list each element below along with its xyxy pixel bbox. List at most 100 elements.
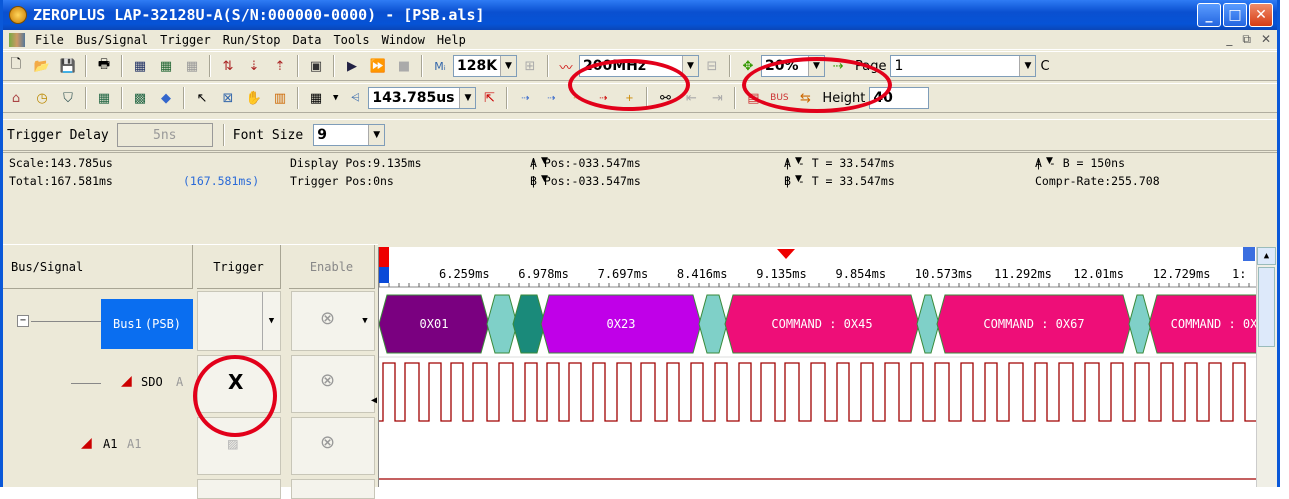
bus1-label[interactable]: Bus1 (PSB)	[101, 299, 193, 349]
mdi-minimize-button[interactable]: _	[1226, 32, 1232, 47]
title-bar[interactable]: ZEROPLUS LAP-32128U-A(S/N:000000-0000) -…	[3, 0, 1277, 30]
trigger-icon[interactable]: ⇅	[217, 55, 239, 77]
b-pos-readout[interactable]: B Pos:-033.547ms | ▼	[530, 174, 641, 188]
sdo-waveform	[379, 362, 1256, 422]
collapse-toggle[interactable]: −	[17, 315, 29, 327]
memory-select[interactable]: 128K ▼	[453, 55, 517, 77]
menu-bar: File Bus/Signal Trigger Run/Stop Data To…	[3, 30, 1277, 50]
menu-help[interactable]: Help	[431, 33, 472, 47]
stop-icon: ■	[397, 58, 411, 74]
maximize-button[interactable]: □	[1223, 3, 1247, 27]
close-button[interactable]: ✕	[1249, 3, 1273, 27]
annotation-circle-trigger	[193, 355, 277, 437]
font-size-select[interactable]: 9 ▼	[313, 124, 386, 146]
menu-file[interactable]: File	[29, 33, 70, 47]
select-cursor-icon[interactable]: ⊠	[217, 87, 239, 109]
bus-segment	[512, 294, 546, 354]
signal-row-sdo[interactable]: ◢ SDO A	[3, 355, 193, 415]
compr-rate-readout: Compr-Rate:255.708	[1035, 174, 1160, 188]
a1-enable-cell[interactable]: ⊗	[291, 417, 375, 475]
enable-header[interactable]: Enable	[289, 245, 375, 289]
timeline-label: 8.416ms	[677, 267, 728, 281]
timeline-label: 10.573ms	[915, 267, 973, 281]
menu-data[interactable]: Data	[287, 33, 328, 47]
a1-suffix: A1	[127, 437, 142, 451]
vertical-scrollbar[interactable]: ▲	[1256, 247, 1277, 487]
total-paren-readout: (167.581ms)	[183, 174, 260, 188]
annotation-circle-sample-rate	[742, 57, 892, 113]
bus1-trigger-combo[interactable]: ▼	[197, 291, 281, 351]
waveform-view[interactable]: 6.259ms 6.978ms 7.697ms 8.416ms 9.135ms 9.854…	[378, 247, 1256, 487]
save-icon[interactable]: 💾	[57, 55, 79, 77]
scroll-thumb[interactable]	[1258, 267, 1275, 347]
disabled-circle-icon: ⊗	[320, 370, 336, 391]
sdo-enable-cell[interactable]: ⊗	[291, 355, 375, 413]
print-icon[interactable]: 🖶	[93, 55, 115, 77]
grid-icon[interactable]: ▦	[93, 87, 115, 109]
menu-run-stop[interactable]: Run/Stop	[217, 33, 287, 47]
run-icon[interactable]: ▶	[341, 55, 363, 77]
scale-readout: Scale:143.785us	[9, 156, 113, 170]
run-repeat-icon[interactable]: ⏩	[367, 55, 389, 77]
scale-select[interactable]: 143.785us ▼	[368, 87, 477, 109]
trigger-cursor-icon[interactable]: ⇱	[478, 87, 500, 109]
pointer-icon[interactable]: ↖	[191, 87, 213, 109]
trigger-header[interactable]: Trigger	[197, 245, 281, 289]
dropdown-small-icon[interactable]: ▼	[333, 93, 338, 103]
signal-row-bus1[interactable]: − Bus1 (PSB)	[3, 291, 193, 353]
document-icon[interactable]	[9, 32, 25, 47]
timeline-label: 6.259ms	[439, 267, 490, 281]
home-icon[interactable]: ⌂	[5, 87, 27, 109]
timeline-label: 11.292ms	[994, 267, 1052, 281]
measurement-info: Scale:143.785us Total:167.581ms (167.581…	[3, 152, 1277, 240]
filter-icon[interactable]: ⛉	[57, 87, 79, 109]
memory-config-icon: ⊞	[524, 58, 536, 74]
minimize-button[interactable]: _	[1197, 3, 1221, 27]
menu-bus-signal[interactable]: Bus/Signal	[70, 33, 154, 47]
menu-trigger[interactable]: Trigger	[154, 33, 217, 47]
bar-b-icon[interactable]: ⇢	[540, 87, 562, 109]
trigger-edge-icon[interactable]: ⇣	[243, 55, 265, 77]
trigger-level-icon[interactable]: ⇡	[269, 55, 291, 77]
a-t-readout[interactable]: A - T = 33.547ms | ▼	[784, 156, 895, 170]
bus-edit-icon[interactable]: ▦	[155, 55, 177, 77]
page-select[interactable]: 1 ▼	[890, 55, 1037, 77]
a-pos-readout[interactable]: A Pos:-033.547ms | ▼	[530, 156, 641, 170]
open-folder-icon[interactable]: 📂	[31, 55, 53, 77]
measure-icon[interactable]: ▥	[269, 87, 291, 109]
b-t-readout[interactable]: B - T = 33.547ms | ▼	[784, 174, 895, 188]
time-ruler	[379, 247, 1256, 291]
trigger-pos-readout: Trigger Pos:0ns	[290, 174, 394, 188]
bus-add-icon[interactable]: ▦	[129, 55, 151, 77]
hand-icon[interactable]: ✋	[243, 87, 265, 109]
a-b-readout[interactable]: A - B = 150ns | ▼	[1035, 156, 1125, 170]
menu-window[interactable]: Window	[376, 33, 431, 47]
probe-icon: ◢	[81, 435, 92, 451]
bus-segment	[1128, 294, 1152, 354]
color-icon[interactable]: ◆	[155, 87, 177, 109]
waveform-grid-icon[interactable]: ▦	[305, 87, 327, 109]
bus1-enable-combo[interactable]: ⊗ ▼	[291, 291, 375, 351]
signal-row-a1[interactable]: ◢ A1 A1	[3, 417, 193, 477]
bus-segment-label: 0X01	[420, 317, 449, 331]
total-readout: Total:167.581ms	[9, 174, 113, 188]
memory-icon: Mᵢ	[434, 59, 446, 73]
next-enable-cell[interactable]	[291, 479, 375, 499]
scroll-up-button[interactable]: ▲	[1257, 247, 1276, 265]
grid-alt-icon[interactable]: ▩	[129, 87, 151, 109]
timeline-label: 12.729ms	[1153, 267, 1211, 281]
mdi-close-button[interactable]: ✕	[1261, 32, 1271, 47]
compress-icon[interactable]: ▣	[305, 55, 327, 77]
mdi-restore-button[interactable]: ⧉	[1242, 32, 1251, 47]
new-file-icon[interactable]: 🗋	[5, 55, 27, 77]
bar-a-icon[interactable]: ⇢	[514, 87, 536, 109]
bus-signal-header[interactable]: Bus/Signal	[3, 245, 193, 289]
waveform-canvas: 6.259ms 6.978ms 7.697ms 8.416ms 9.135ms 9.854…	[379, 247, 1256, 480]
splitter-handle[interactable]: ◀	[371, 395, 377, 406]
next-trigger-cell[interactable]	[197, 479, 281, 499]
display-pos-readout: Display Pos:9.135ms	[290, 156, 422, 170]
bus-segment-label: COMMAND : 0X	[1171, 317, 1256, 331]
menu-tools[interactable]: Tools	[327, 33, 375, 47]
clock-icon[interactable]: ◷	[31, 87, 53, 109]
font-size-label: Font Size	[232, 127, 304, 143]
